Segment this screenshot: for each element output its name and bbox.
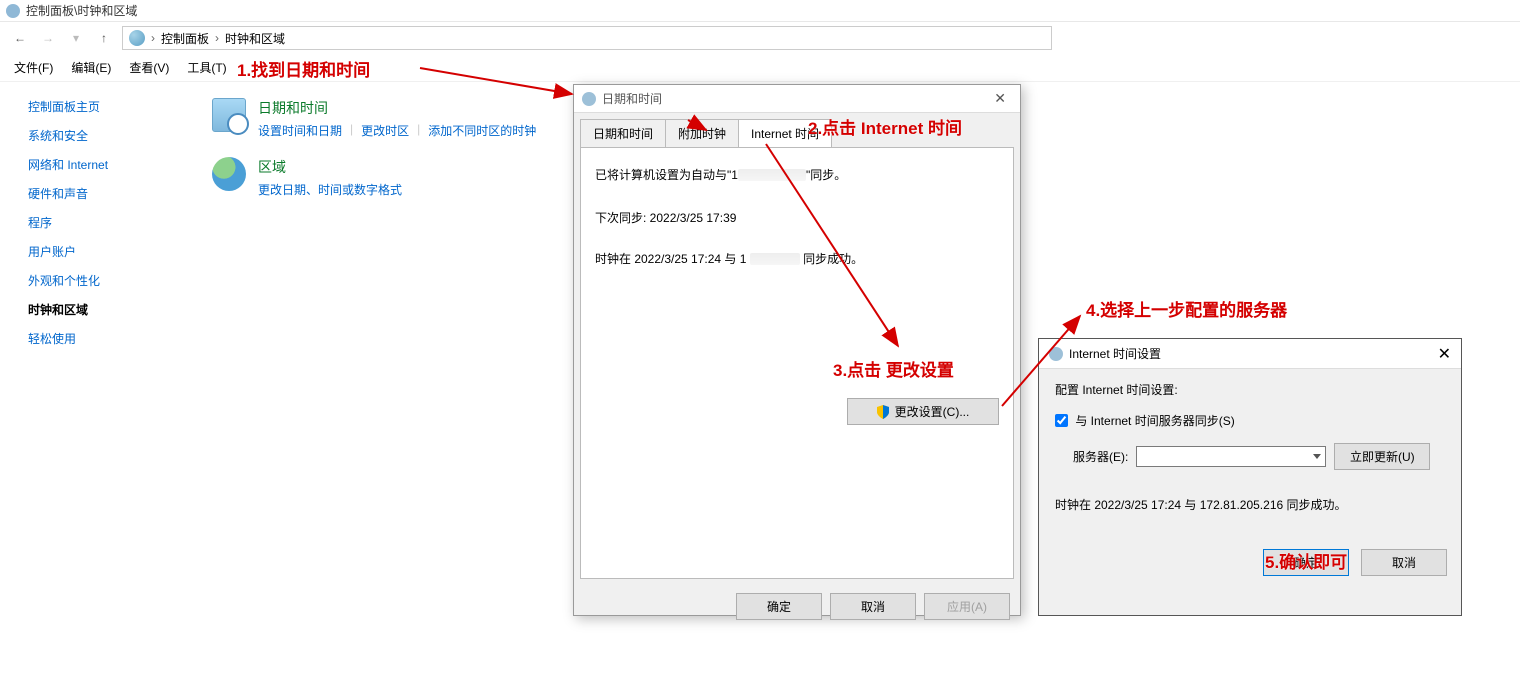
- link-change-formats[interactable]: 更改日期、时间或数字格式: [258, 181, 402, 198]
- redacted-server: [738, 169, 806, 181]
- tab-datetime[interactable]: 日期和时间: [580, 119, 666, 147]
- server-row: 服务器(E): 立即更新(U): [1055, 443, 1445, 470]
- menu-file[interactable]: 文件(F): [14, 59, 53, 76]
- sidebar-ease[interactable]: 轻松使用: [28, 330, 200, 347]
- cancel-button[interactable]: 取消: [830, 593, 916, 620]
- dialog-titlebar[interactable]: 日期和时间 ✕: [574, 85, 1020, 113]
- close-icon[interactable]: ✕: [988, 88, 1012, 109]
- cp-item-region: 区域 更改日期、时间或数字格式: [212, 157, 536, 198]
- sidebar: 控制面板主页 系统和安全 网络和 Internet 硬件和声音 程序 用户账户 …: [0, 82, 200, 359]
- tab-bar: 日期和时间 附加时钟 Internet 时间: [580, 119, 1014, 147]
- server-label: 服务器(E):: [1073, 448, 1128, 465]
- sync-checkbox-label: 与 Internet 时间服务器同步(S): [1075, 414, 1234, 428]
- redacted-server: [750, 253, 800, 265]
- sync-status-line: 已将计算机设置为自动与"1"同步。: [595, 166, 999, 183]
- dialog-icon: [1049, 347, 1063, 361]
- link-set-datetime[interactable]: 设置时间和日期: [258, 122, 342, 139]
- close-icon[interactable]: ✕: [1438, 344, 1451, 364]
- sidebar-home[interactable]: 控制面板主页: [28, 98, 200, 115]
- menu-edit[interactable]: 编辑(E): [71, 59, 111, 76]
- ok-button[interactable]: 确定: [1263, 549, 1349, 576]
- breadcrumb-icon: [129, 30, 145, 46]
- sync-result: 时钟在 2022/3/25 17:24 与 172.81.205.216 同步成…: [1055, 496, 1445, 513]
- sidebar-hardware[interactable]: 硬件和声音: [28, 185, 200, 202]
- menu-tools[interactable]: 工具(T): [187, 59, 226, 76]
- menu-bar: 文件(F) 编辑(E) 查看(V) 工具(T): [0, 54, 1520, 82]
- up-arrow-icon[interactable]: ↑: [94, 28, 114, 48]
- chevron-right-icon: ›: [215, 31, 219, 45]
- sidebar-accounts[interactable]: 用户账户: [28, 243, 200, 260]
- dialog-datetime: 日期和时间 ✕ 日期和时间 附加时钟 Internet 时间 已将计算机设置为自…: [573, 84, 1021, 616]
- next-sync-line: 下次同步: 2022/3/25 17:39: [595, 209, 999, 226]
- clock-icon: [212, 98, 246, 132]
- cp-item-datetime: 日期和时间 设置时间和日期 | 更改时区 | 添加不同时区的时钟: [212, 98, 536, 139]
- breadcrumb-root[interactable]: 控制面板: [161, 30, 209, 47]
- sync-checkbox-row: 与 Internet 时间服务器同步(S): [1055, 412, 1445, 429]
- menu-view[interactable]: 查看(V): [129, 59, 169, 76]
- update-now-button[interactable]: 立即更新(U): [1334, 443, 1430, 470]
- cancel-button[interactable]: 取消: [1361, 549, 1447, 576]
- dialog2-button-row: 确定 取消: [1039, 539, 1461, 586]
- link-add-clocks[interactable]: 添加不同时区的时钟: [428, 122, 536, 139]
- apply-button[interactable]: 应用(A): [924, 593, 1010, 620]
- sidebar-network[interactable]: 网络和 Internet: [28, 156, 200, 173]
- chevron-right-icon: ›: [151, 31, 155, 45]
- dialog-title: 日期和时间: [602, 90, 982, 107]
- dialog2-title: Internet 时间设置: [1069, 345, 1438, 362]
- breadcrumb-section[interactable]: 时钟和区域: [225, 30, 285, 47]
- content-area: 日期和时间 设置时间和日期 | 更改时区 | 添加不同时区的时钟 区域 更改日期…: [200, 82, 536, 359]
- dialog2-titlebar[interactable]: Internet 时间设置 ✕: [1039, 339, 1461, 369]
- sync-checkbox[interactable]: [1055, 414, 1068, 427]
- ok-button[interactable]: 确定: [736, 593, 822, 620]
- sidebar-appearance[interactable]: 外观和个性化: [28, 272, 200, 289]
- shield-icon: [877, 405, 889, 419]
- sidebar-programs[interactable]: 程序: [28, 214, 200, 231]
- link-change-timezone[interactable]: 更改时区: [361, 122, 409, 139]
- tab-internet-time[interactable]: Internet 时间: [738, 119, 832, 147]
- back-arrow-icon[interactable]: ←: [10, 28, 30, 48]
- sidebar-clock[interactable]: 时钟和区域: [28, 301, 200, 318]
- server-combobox[interactable]: [1136, 446, 1326, 467]
- control-panel-icon: [6, 4, 20, 18]
- forward-arrow-icon[interactable]: →: [38, 28, 58, 48]
- cp-region-title[interactable]: 区域: [258, 157, 402, 177]
- navigation-bar: ← → ▾ ↑ › 控制面板 › 时钟和区域: [0, 22, 1520, 54]
- tab-additional-clocks[interactable]: 附加时钟: [665, 119, 739, 147]
- window-title: 控制面板\时钟和区域: [26, 2, 137, 19]
- dialog2-body: 配置 Internet 时间设置: 与 Internet 时间服务器同步(S) …: [1039, 369, 1461, 539]
- change-settings-button[interactable]: 更改设置(C)...: [847, 398, 999, 425]
- cp-datetime-title[interactable]: 日期和时间: [258, 98, 536, 118]
- config-heading: 配置 Internet 时间设置:: [1055, 381, 1445, 398]
- window-titlebar: 控制面板\时钟和区域: [0, 0, 1520, 22]
- dialog-internet-time-settings: Internet 时间设置 ✕ 配置 Internet 时间设置: 与 Inte…: [1038, 338, 1462, 616]
- dialog-button-row: 确定 取消 应用(A): [574, 585, 1020, 628]
- globe-icon: [212, 157, 246, 191]
- tab-content: 已将计算机设置为自动与"1"同步。 下次同步: 2022/3/25 17:39 …: [580, 147, 1014, 579]
- last-sync-line: 时钟在 2022/3/25 17:24 与 1 同步成功。: [595, 250, 999, 267]
- dialog-icon: [582, 92, 596, 106]
- chevron-down-icon: [1313, 454, 1321, 459]
- sidebar-security[interactable]: 系统和安全: [28, 127, 200, 144]
- recent-dropdown-icon[interactable]: ▾: [66, 28, 86, 48]
- breadcrumb[interactable]: › 控制面板 › 时钟和区域: [122, 26, 1052, 50]
